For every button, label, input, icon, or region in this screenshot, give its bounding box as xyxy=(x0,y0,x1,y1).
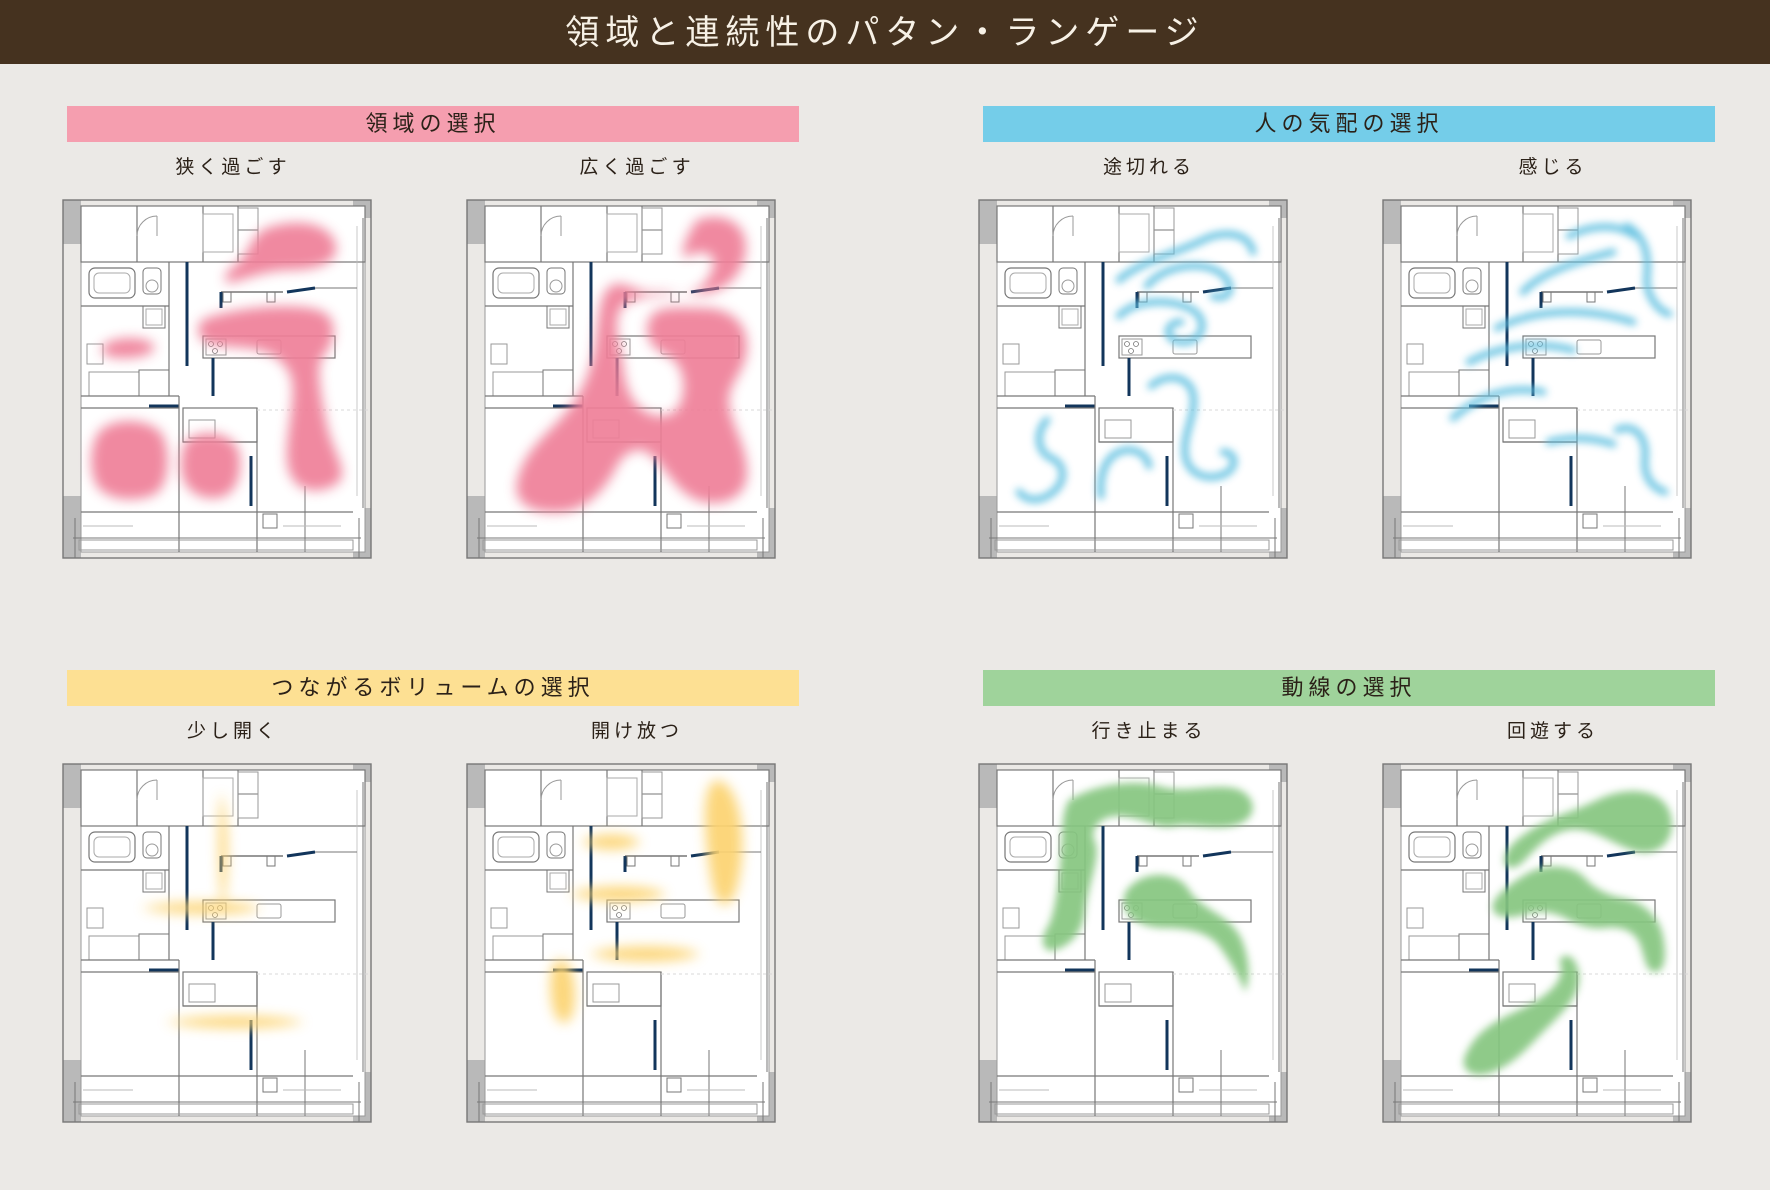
plan-label: 広く過ごす xyxy=(579,156,695,178)
plan-label: 途切れる xyxy=(1102,156,1195,178)
plan-label: 少し開く xyxy=(186,720,279,742)
group-title-bar: 人の気配の選択 xyxy=(983,106,1715,142)
plan-panel: 回遊する xyxy=(1373,716,1733,1186)
floor-plan xyxy=(62,763,372,1123)
plan-panel: 広く過ごす xyxy=(457,152,817,622)
floor-plan-base xyxy=(62,763,372,1123)
plan-label: 感じる xyxy=(1518,156,1588,178)
floor-plan xyxy=(1382,763,1692,1123)
floor-plan xyxy=(1382,199,1692,559)
group-presence: 人の気配の選択 途切れる 感じる xyxy=(978,106,1770,626)
plan-panel: 開け放つ xyxy=(457,716,817,1186)
plan-label: 狭く過ごす xyxy=(175,156,291,178)
group-title-bar: 動線の選択 xyxy=(983,670,1715,706)
floor-plan-base xyxy=(978,199,1288,559)
overlay-shape xyxy=(91,421,168,500)
floor-plan xyxy=(466,763,776,1123)
group-territory: 領域の選択 狭く過ごす 広く過ごす xyxy=(62,106,887,626)
plan-panel: 少し開く xyxy=(53,716,413,1186)
page-title: 領域と連続性のパタン・ランゲージ xyxy=(565,13,1205,53)
floor-plan xyxy=(466,199,776,559)
overlay-shape xyxy=(181,433,241,499)
plan-panel: 行き止まる xyxy=(969,716,1329,1186)
plan-label: 開け放つ xyxy=(590,720,683,742)
group-title-bar: 領域の選択 xyxy=(67,106,799,142)
plan-panel: 感じる xyxy=(1373,152,1733,622)
group-title-bar: つながるボリュームの選択 xyxy=(67,670,799,706)
plan-label: 行き止まる xyxy=(1091,720,1207,742)
group-volume: つながるボリュームの選択 少し開く 開け放つ xyxy=(62,670,887,1190)
floor-plan xyxy=(978,199,1288,559)
group-circulation: 動線の選択 行き止まる 回遊する xyxy=(978,670,1770,1190)
plan-label: 回遊する xyxy=(1506,720,1599,742)
plan-panel: 狭く過ごす xyxy=(53,152,413,622)
floor-plan xyxy=(62,199,372,559)
floor-plan xyxy=(978,763,1288,1123)
plan-panel: 途切れる xyxy=(969,152,1329,622)
header-banner: 領域と連続性のパタン・ランゲージ xyxy=(0,0,1770,64)
